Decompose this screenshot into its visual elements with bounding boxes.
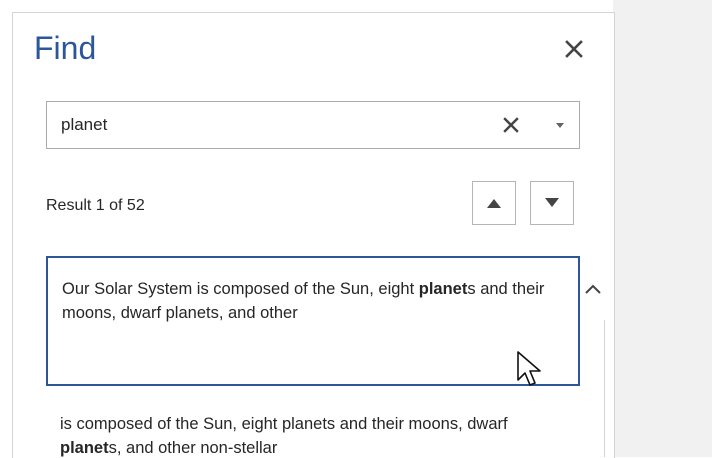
- search-box[interactable]: [46, 101, 580, 149]
- close-icon[interactable]: [563, 38, 585, 60]
- document-area: [613, 0, 712, 457]
- triangle-down-icon: [545, 198, 559, 207]
- result-match: planet: [418, 280, 468, 298]
- result-text-before: Our Solar System is composed of the Sun,…: [62, 280, 419, 298]
- scroll-up-icon[interactable]: [585, 284, 601, 294]
- result-count: Result 1 of 52: [46, 197, 145, 214]
- results-scrollbar[interactable]: [580, 256, 606, 457]
- mouse-pointer-icon: [517, 351, 541, 386]
- result-text-after: s, and other non-stellar: [108, 439, 278, 457]
- clear-icon[interactable]: [502, 116, 520, 134]
- result-item[interactable]: is composed of the Sun, eight planets an…: [46, 410, 580, 457]
- result-item[interactable]: Our Solar System is composed of the Sun,…: [46, 256, 580, 386]
- previous-result-button[interactable]: [472, 181, 516, 225]
- triangle-up-icon: [487, 199, 501, 208]
- next-result-button[interactable]: [530, 181, 574, 225]
- result-match: planet: [60, 439, 109, 457]
- chevron-down-icon[interactable]: [556, 123, 564, 129]
- pane-title: Find: [34, 30, 97, 66]
- search-input[interactable]: [61, 113, 461, 137]
- result-text-before: is composed of the Sun, eight planets an…: [60, 415, 508, 433]
- scroll-track[interactable]: [604, 320, 605, 457]
